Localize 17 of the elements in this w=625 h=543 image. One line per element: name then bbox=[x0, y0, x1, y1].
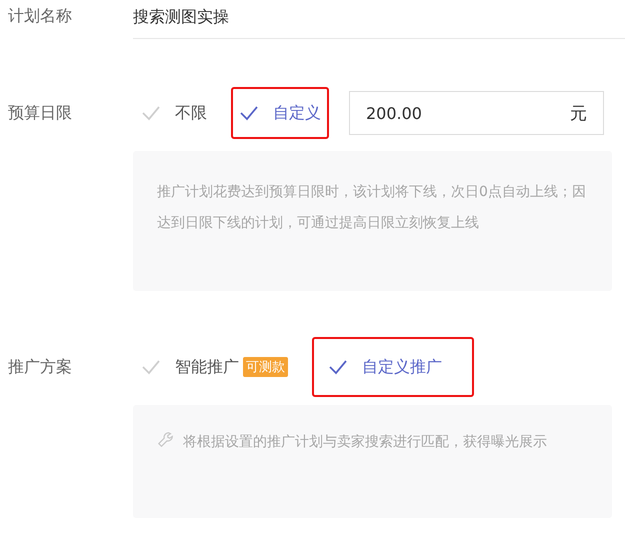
wrench-icon bbox=[157, 431, 175, 449]
help-text: 推广计划花费达到预算日限时，该计划将下线，次日0点自动上线；因达到日限下线的计划，可通过提高日限立刻恢复上线 bbox=[157, 183, 587, 233]
name-field[interactable]: 搜索测图实操 bbox=[133, 7, 625, 39]
tag-badge: 可测款 bbox=[243, 357, 288, 377]
radio-option[interactable]: 自定义推广 bbox=[312, 337, 474, 397]
field-label: 推广方案 bbox=[7, 356, 73, 378]
radio-option[interactable]: 不限 bbox=[133, 87, 215, 139]
help-text: 将根据设置的推广计划与卖家搜索进行匹配，获得曝光展示 bbox=[157, 427, 588, 458]
amount-field[interactable]: 200.00 元 bbox=[349, 91, 604, 135]
field-label: 预算日限 bbox=[7, 102, 73, 124]
radio-option[interactable]: 智能推广 可测款 bbox=[133, 337, 296, 397]
radio-option[interactable]: 自定义 bbox=[231, 87, 329, 139]
check-icon bbox=[239, 105, 259, 121]
check-icon bbox=[328, 359, 348, 375]
check-icon bbox=[141, 105, 161, 121]
field-label: 计划名称 bbox=[7, 6, 73, 27]
check-icon bbox=[141, 359, 161, 375]
